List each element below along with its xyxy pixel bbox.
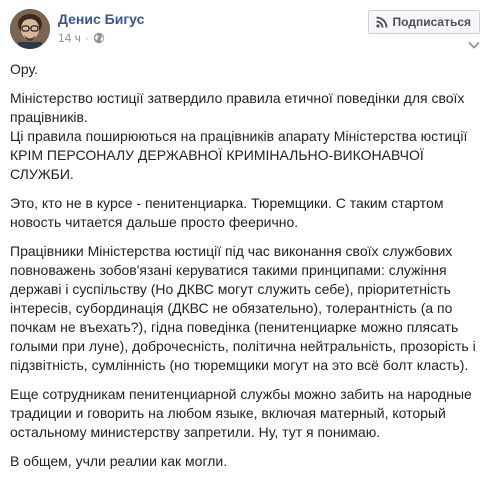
post-options-button[interactable] bbox=[465, 36, 483, 54]
post-meta: 14 ч · bbox=[58, 31, 105, 45]
post-paragraph: Міністерство юстиції затвердило правила … bbox=[10, 90, 468, 182]
subscribe-label: Подписаться bbox=[392, 15, 471, 29]
facebook-post: Денис Бигус 14 ч · Подписаться Ору. Міні… bbox=[0, 0, 492, 469]
rss-icon bbox=[375, 15, 389, 29]
post-paragraph: Працівники Міністерства юстиції під час … bbox=[10, 243, 476, 373]
chevron-down-icon bbox=[468, 41, 480, 49]
post-body: Ору. Міністерство юстиції затвердило пра… bbox=[10, 60, 480, 481]
author-name-link[interactable]: Денис Бигус bbox=[58, 11, 144, 27]
subscribe-button[interactable]: Подписаться bbox=[367, 10, 480, 34]
post-paragraph: Это, кто не в курсе - пенитенциарка. Тюр… bbox=[10, 195, 444, 230]
avatar[interactable] bbox=[10, 9, 50, 49]
post-timestamp[interactable]: 14 ч bbox=[58, 31, 81, 45]
meta-separator: · bbox=[84, 31, 89, 45]
post-paragraph: Еще сотрудникам пенитенциарной службы мо… bbox=[10, 386, 472, 440]
post-paragraph: Ору. bbox=[10, 61, 39, 77]
globe-icon bbox=[93, 32, 105, 44]
